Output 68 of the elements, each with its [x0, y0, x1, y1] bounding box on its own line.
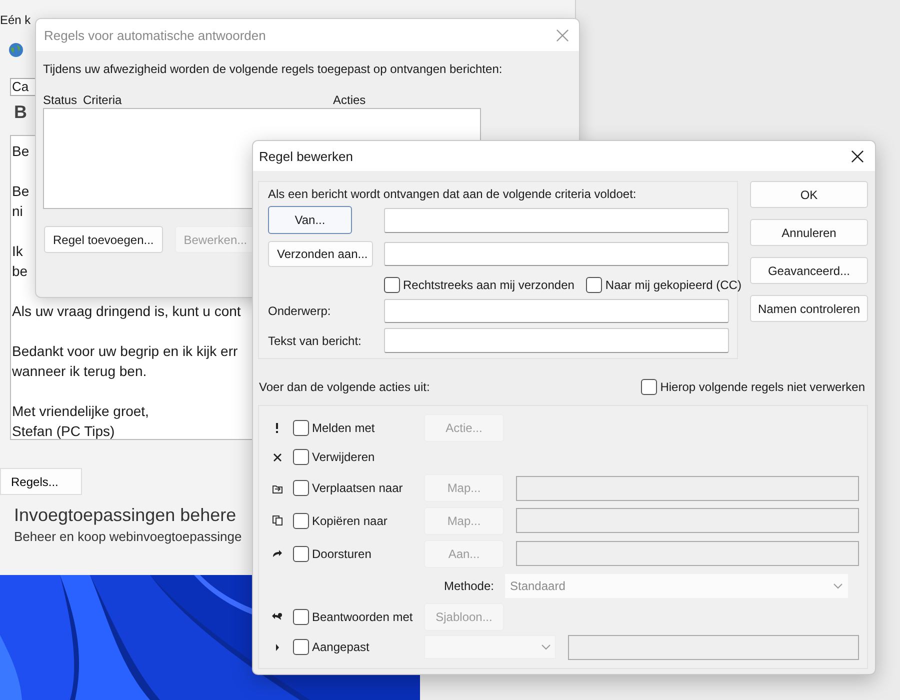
checkbox-label: Naar mij gekopieerd (CC) [605, 278, 742, 292]
column-header: Acties [333, 92, 366, 108]
checkbox-label: Rechtstreeks aan mij verzonden [403, 278, 574, 292]
message-line: be [12, 262, 28, 281]
dialog-button[interactable]: Geavanceerd... [750, 257, 868, 284]
column-header: Status [43, 92, 78, 108]
close-icon[interactable] [851, 150, 864, 162]
recipient-button[interactable]: Verzonden aan... [268, 241, 373, 267]
checkbox[interactable] [293, 420, 309, 436]
message-line: Stefan (PC Tips) [12, 422, 115, 441]
caret-icon [541, 644, 551, 650]
message-line: wanneer ik terug ben. [12, 362, 147, 381]
checkbox-label: Kopiëren naar [312, 514, 388, 528]
exclamation-icon [275, 422, 279, 432]
criteria-heading: Als een bericht wordt ontvangen dat aan de volgende criteria voldoet: [268, 186, 638, 202]
checkbox-label: Melden met [312, 420, 375, 434]
section-title: Invoegtoepassingen behere [14, 504, 236, 527]
recipient-button[interactable]: Van... [268, 206, 352, 234]
window-title: Regel bewerken [259, 148, 353, 164]
checkbox-label: Aangepast [312, 640, 370, 654]
input-field[interactable] [384, 242, 729, 266]
checkbox[interactable] [293, 639, 309, 655]
checkbox[interactable] [384, 277, 400, 293]
arrow-icon [274, 644, 280, 650]
message-line: Be [12, 182, 30, 201]
field-label: Methode: [442, 578, 495, 592]
message-line: Ik [12, 242, 23, 261]
intro-text: Tijdens uw afwezigheid worden de volgende regels toegepast op ontvangen berichten: [43, 61, 502, 77]
forward-icon [272, 548, 282, 558]
dialog-button[interactable]: Regel toevoegen... [44, 226, 163, 253]
checkbox[interactable] [586, 277, 602, 293]
actions-heading: Voer dan de volgende acties uit: [259, 380, 430, 394]
checkbox-label: Beantwoorden met [312, 610, 413, 624]
dialog-button[interactable]: Namen controleren [750, 295, 868, 322]
message-line: Als uw vraag dringend is, kunt u cont [12, 302, 241, 321]
message-text: Eén k [0, 12, 31, 28]
input-field[interactable] [384, 299, 729, 323]
message-line: Be [12, 142, 30, 161]
delete-icon [272, 452, 282, 462]
rules-button[interactable]: Regels... [0, 468, 82, 495]
checkbox[interactable] [293, 608, 309, 624]
copy-icon [272, 515, 282, 526]
message-line: Bedankt voor uw begrip en ik kijk err [12, 342, 238, 361]
column-header: Criteria [83, 92, 123, 108]
reply-icon [271, 612, 283, 622]
caret-icon [833, 582, 843, 588]
message-line: ni [12, 202, 23, 221]
checkbox-label: Verplaatsen naar [312, 481, 403, 495]
field-label: Onderwerp: [268, 304, 331, 318]
dialog-button[interactable]: OK [750, 181, 868, 208]
checkbox[interactable] [293, 449, 309, 465]
folder-icon [272, 482, 282, 494]
message-line: Met vriendelijke groet, [12, 402, 149, 421]
window-title: Regels voor automatische antwoorden [44, 28, 266, 42]
field-label: Tekst van bericht: [268, 334, 362, 348]
message-text: B [14, 102, 27, 122]
checkbox[interactable] [293, 512, 309, 528]
checkbox[interactable] [293, 480, 309, 496]
input-field[interactable] [384, 328, 729, 353]
dialog-button[interactable]: Annuleren [750, 219, 868, 246]
input-field[interactable] [384, 208, 729, 232]
checkbox-label: Doorsturen [312, 546, 372, 560]
section-subtitle: Beheer en koop webinvoegtoepassinge [14, 529, 242, 545]
globe-icon [8, 42, 24, 58]
checkbox[interactable] [641, 379, 658, 395]
checkbox-label: Verwijderen [312, 450, 375, 464]
checkbox-label: Hierop volgende regels niet verwerken [660, 380, 865, 394]
checkbox[interactable] [293, 546, 309, 562]
